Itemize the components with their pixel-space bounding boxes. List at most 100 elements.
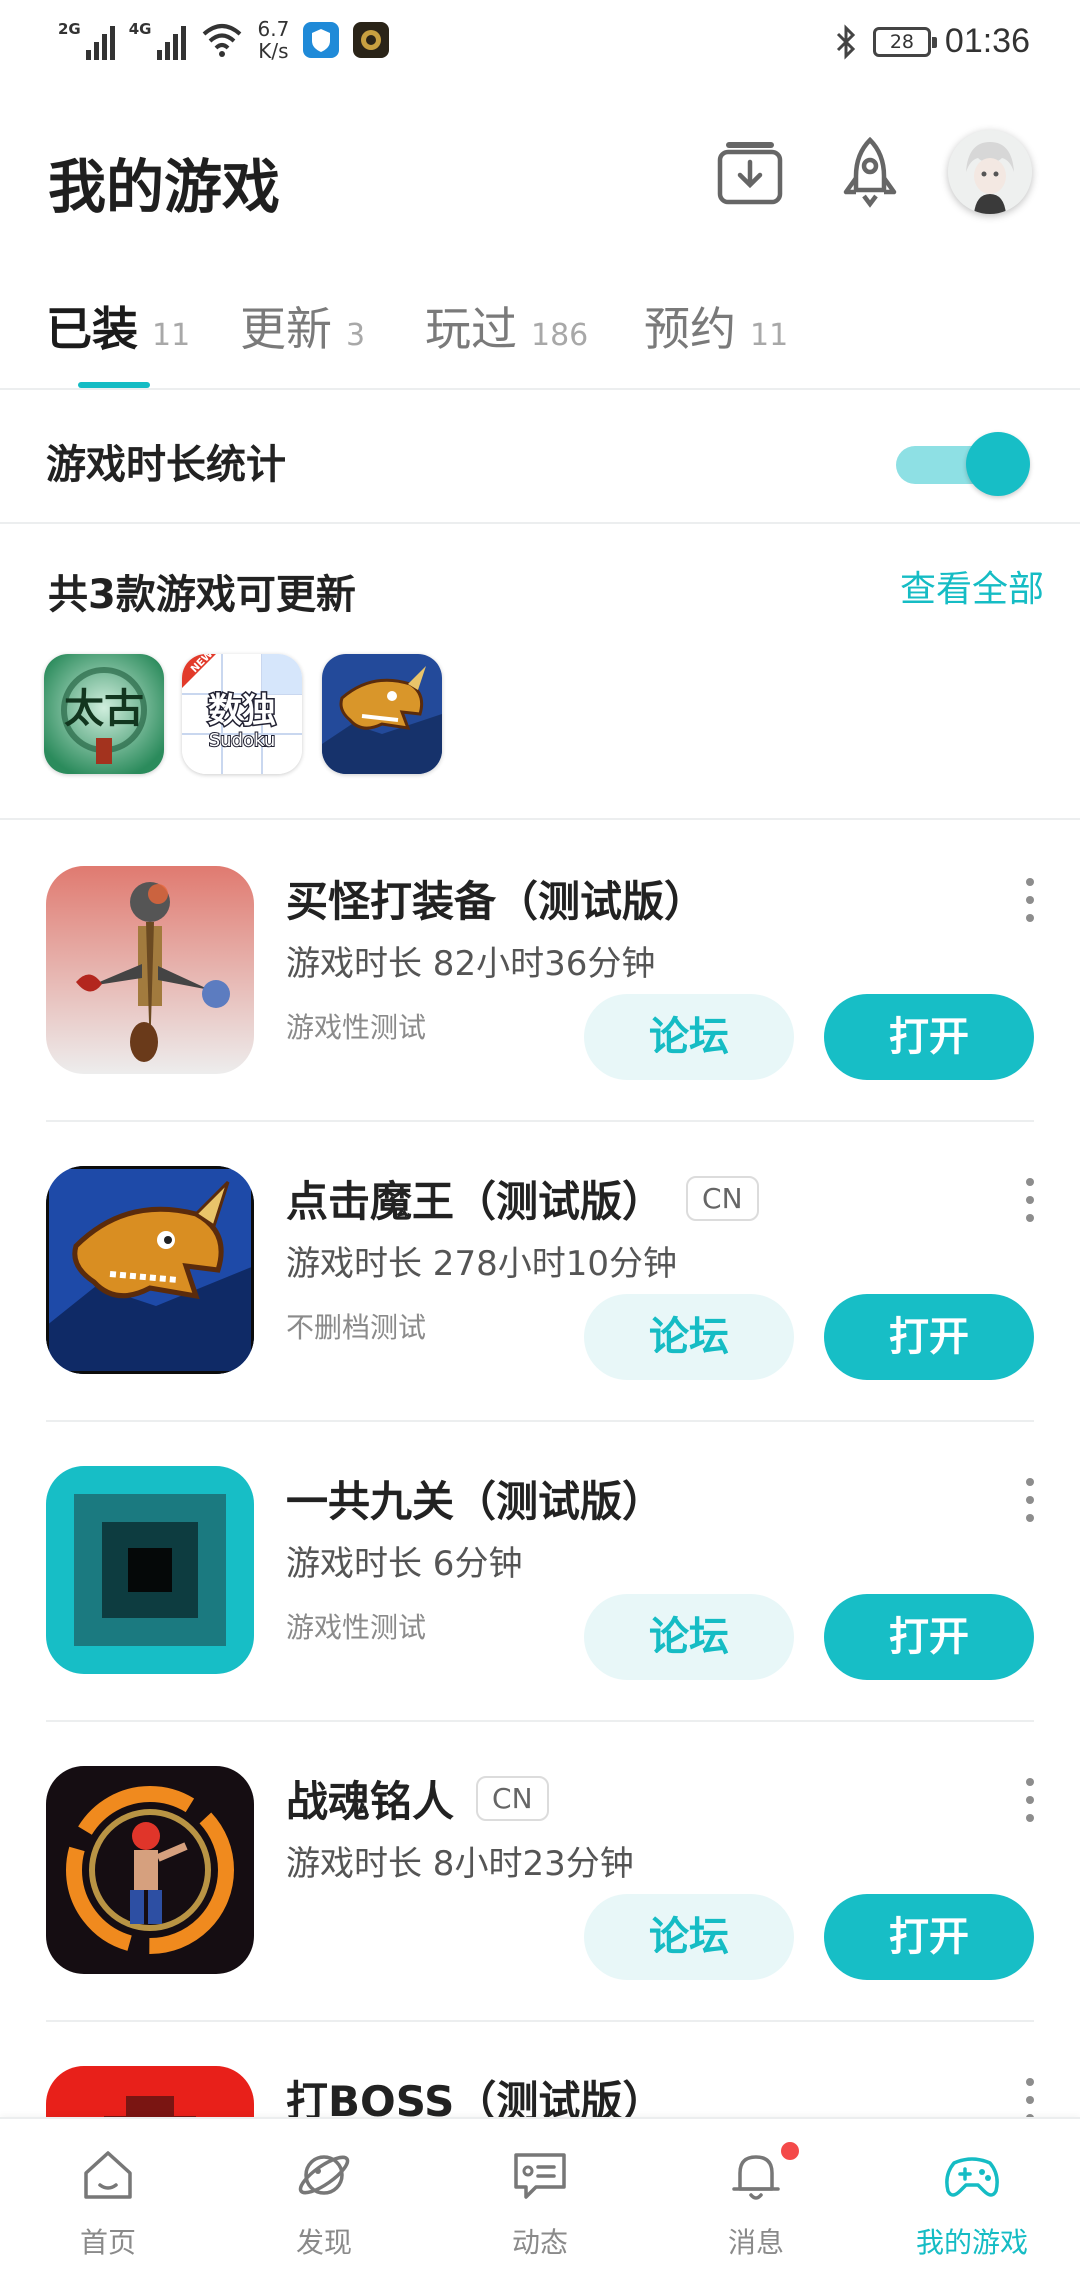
forum-button[interactable]: 论坛 — [584, 1294, 794, 1380]
game-item[interactable]: 点击魔王（测试版） CN 游戏时长 278小时10分钟 不删档测试 论坛 打开 — [0, 1122, 1080, 1422]
home-icon — [84, 2151, 132, 2199]
update-game-icon-taigu[interactable]: 太古 — [44, 654, 164, 774]
nav-feed-label: 动态 — [511, 2226, 568, 2259]
game-playtime: 游戏时长 6分钟 — [286, 1544, 523, 1584]
header: 我的游戏 — [0, 90, 1080, 265]
nav-my-games-label: 我的游戏 — [915, 2226, 1028, 2259]
more-options-icon[interactable] — [1018, 2078, 1042, 2117]
game-icon-soul-knight[interactable] — [46, 1766, 254, 1974]
gamepad-icon — [945, 2157, 999, 2197]
forum-button[interactable]: 论坛 — [584, 1594, 794, 1680]
network-speed-unit: K/s — [258, 39, 289, 63]
bell-icon — [732, 2155, 780, 2200]
tab-reserved-label: 预约 — [644, 302, 736, 356]
wifi-icon — [202, 24, 241, 57]
game-name-row: 买怪打装备（测试版） — [286, 868, 706, 929]
updates-section: 共3款游戏可更新 查看全部 太古 NEW 数独 Sudoku — [0, 526, 1080, 820]
nav-my-games[interactable]: 我的游戏 — [864, 2119, 1080, 2280]
more-options-icon[interactable] — [1018, 1778, 1042, 1822]
sudoku-icon-subtext: Sudoku — [209, 730, 276, 751]
tab-updates-label: 更新 — [240, 302, 332, 356]
update-game-icon-sudoku[interactable]: NEW 数独 Sudoku — [182, 654, 302, 774]
more-options-icon[interactable] — [1018, 878, 1042, 922]
status-bar-right: 28 01:36 — [833, 22, 1030, 61]
page-title: 我的游戏 — [48, 153, 281, 221]
signal-4g-icon: 4G — [129, 20, 186, 60]
taigu-icon-text: 太古 — [64, 686, 144, 732]
game-name-row: 一共九关（测试版） — [286, 1468, 664, 1529]
tab-installed-label: 已装 — [46, 302, 138, 356]
game-item[interactable]: 买怪打装备（测试版） 游戏时长 82小时36分钟 游戏性测试 论坛 打开 — [0, 822, 1080, 1122]
region-badge: CN — [476, 1776, 549, 1821]
avatar[interactable] — [948, 130, 1032, 214]
game-icon-nine-levels[interactable] — [46, 1466, 254, 1674]
tab-installed[interactable]: 已装 11 — [46, 293, 190, 359]
nav-home-label: 首页 — [79, 2226, 136, 2259]
nav-discover[interactable]: 发现 — [216, 2119, 432, 2280]
open-button[interactable]: 打开 — [824, 994, 1034, 1080]
playtime-stats-label: 游戏时长统计 — [46, 442, 286, 488]
tab-reserved[interactable]: 预约 11 — [644, 293, 788, 359]
signal-2g-icon: 2G — [58, 20, 115, 60]
game-name: 打BOSS（测试版） — [286, 2077, 665, 2117]
tab-played-count: 186 — [531, 318, 589, 353]
open-button[interactable]: 打开 — [824, 1594, 1034, 1680]
network-speed: 6.7 K/s — [258, 18, 290, 62]
bottom-nav: 首页 发现 动态 消息 我的游戏 — [0, 2117, 1080, 2280]
forum-button[interactable]: 论坛 — [584, 994, 794, 1080]
game-playtime: 游戏时长 278小时10分钟 — [286, 1244, 677, 1284]
game-icon-boss[interactable] — [46, 2066, 254, 2117]
tab-played[interactable]: 玩过 186 — [425, 293, 588, 359]
tab-played-label: 玩过 — [425, 302, 517, 356]
rocket-icon[interactable] — [828, 130, 912, 214]
update-game-icon-dragon[interactable] — [322, 654, 442, 774]
game-test-tag: 游戏性测试 — [286, 1611, 427, 1644]
download-manager-icon[interactable] — [708, 130, 792, 214]
bluetooth-icon — [836, 23, 856, 60]
game-icon-loot[interactable] — [46, 866, 254, 1074]
tab-reserved-count: 11 — [750, 318, 789, 353]
status-bar-left: 2G 4G 6.7 K/s — [58, 18, 390, 62]
open-button[interactable]: 打开 — [824, 1294, 1034, 1380]
game-name: 战魂铭人 — [286, 1777, 455, 1826]
nav-feed[interactable]: 动态 — [432, 2119, 648, 2280]
game-item[interactable]: 打BOSS（测试版） — [0, 2022, 1080, 2117]
more-options-icon[interactable] — [1018, 1478, 1042, 1522]
updates-title: 共3款游戏可更新 — [48, 572, 356, 618]
nav-discover-label: 发现 — [295, 2226, 352, 2259]
tab-updates-count: 3 — [346, 318, 366, 353]
game-name-row: 战魂铭人 CN — [286, 1768, 549, 1829]
game-name-row: 打BOSS（测试版） — [286, 2068, 664, 2117]
game-icon-dragon[interactable] — [46, 1166, 254, 1374]
sudoku-icon-text: 数独 — [208, 691, 276, 731]
nav-messages-label: 消息 — [727, 2226, 784, 2259]
toggle-knob — [966, 432, 1030, 496]
signal-2g-label: 2G — [58, 20, 81, 38]
notification-dot — [778, 2139, 802, 2163]
game-name: 一共九关（测试版） — [286, 1477, 665, 1526]
game-app-icon — [353, 22, 390, 58]
game-item[interactable]: 一共九关（测试版） 游戏时长 6分钟 游戏性测试 论坛 打开 — [0, 1422, 1080, 1722]
game-playtime: 游戏时长 8小时23分钟 — [286, 1844, 634, 1884]
shield-app-icon — [303, 22, 340, 58]
nav-messages[interactable]: 消息 — [648, 2119, 864, 2280]
playtime-stats-toggle[interactable] — [896, 432, 1032, 496]
tab-bar: 已装 11 更新 3 玩过 186 预约 11 — [0, 265, 1080, 390]
network-speed-value: 6.7 — [257, 17, 290, 41]
game-name: 买怪打装备（测试版） — [286, 877, 707, 926]
more-options-icon[interactable] — [1018, 1178, 1042, 1222]
battery-level: 28 — [889, 30, 914, 53]
active-tab-indicator — [78, 382, 150, 388]
view-all-link[interactable]: 查看全部 — [900, 560, 1044, 612]
tab-updates[interactable]: 更新 3 — [240, 293, 365, 359]
nav-home[interactable]: 首页 — [0, 2119, 216, 2280]
game-item[interactable]: 战魂铭人 CN 游戏时长 8小时23分钟 论坛 打开 — [0, 1722, 1080, 2022]
status-bar: 2G 4G 6.7 K/s 28 01:36 — [0, 0, 1080, 90]
battery-icon: 28 — [872, 26, 937, 57]
forum-button[interactable]: 论坛 — [584, 1894, 794, 1980]
chat-icon — [514, 2153, 566, 2199]
game-test-tag: 游戏性测试 — [286, 1011, 427, 1044]
open-button[interactable]: 打开 — [824, 1894, 1034, 1980]
game-playtime: 游戏时长 82小时36分钟 — [286, 944, 656, 984]
tab-installed-count: 11 — [152, 318, 191, 353]
